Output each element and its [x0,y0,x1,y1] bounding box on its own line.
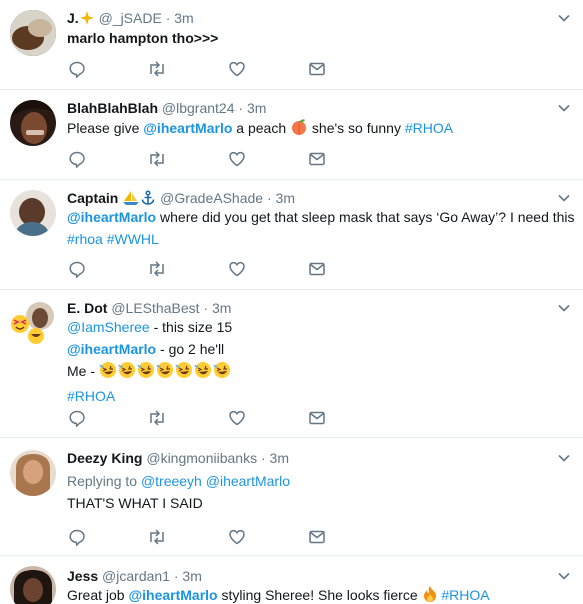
like-icon[interactable] [227,259,247,279]
tweet-feed: J. @_jSADE · 3m marlo hampton tho>>> Bla… [0,0,583,604]
like-icon[interactable] [227,527,247,547]
reply-icon[interactable] [67,59,87,79]
chevron-down-icon[interactable] [557,301,571,315]
tweet-text: @IamSheree - this size 15 @iheartMarlo -… [67,316,575,407]
chevron-down-icon[interactable] [557,451,571,465]
tweet[interactable]: Jess @jcardan1 · 3m Great job @iheartMar… [0,556,583,604]
reply-icon[interactable] [67,408,87,428]
mention-link[interactable]: @iheartMarlo [67,341,156,357]
rofl-emoji-icons [99,361,235,385]
tweet-actions [67,59,367,79]
direct-message-icon[interactable] [307,527,327,547]
separator-dot: · [260,450,266,466]
hashtag-link[interactable]: #RHOA [405,120,453,136]
tweet-actions [67,149,367,169]
tweet-text: Replying to @treeeyh @iheartMarlo THAT'S… [67,473,290,511]
avatar[interactable] [10,190,56,236]
reply-icon[interactable] [67,259,87,279]
hashtag-link[interactable]: #rhoa #WWHL [67,231,159,247]
direct-message-icon[interactable] [307,408,327,428]
tweet-text: @iheartMarlo where did you get that slee… [67,209,575,247]
timestamp[interactable]: 3m [247,100,266,116]
handle[interactable]: @lbgrant24 [162,100,235,116]
tweet-header: E. Dot @LESthaBest · 3m [67,299,553,317]
display-name[interactable]: BlahBlahBlah [67,100,158,116]
chevron-down-icon[interactable] [557,101,571,115]
direct-message-icon[interactable] [307,59,327,79]
display-name[interactable]: Deezy [67,450,107,466]
display-name[interactable]: Captain [67,190,118,206]
separator-dot: · [238,100,244,116]
handle[interactable]: @jcardan1 [102,568,170,584]
tweet-text: marlo hampton tho>>> [67,30,219,46]
tweet[interactable]: J. @_jSADE · 3m marlo hampton tho>>> [0,0,583,90]
mention-link[interactable]: @treeeyh [141,473,202,489]
tweet[interactable]: Deezy King @kingmoniibanks · 3m Replying… [0,438,583,556]
direct-message-icon[interactable] [307,259,327,279]
tweet[interactable]: E. Dot @LESthaBest · 3m @IamSheree - thi… [0,290,583,438]
fire-emoji-icon [422,585,438,604]
reply-icon[interactable] [67,527,87,547]
display-name[interactable]: E. Dot [67,300,107,316]
avatar[interactable] [10,100,56,146]
mention-link[interactable]: @IamSheree [67,319,150,335]
mention-link[interactable]: @iheartMarlo [67,209,156,225]
reply-icon[interactable] [67,149,87,169]
tweet-header: Jess @jcardan1 · 3m [67,567,553,585]
direct-message-icon[interactable] [307,149,327,169]
timestamp[interactable]: 3m [182,568,201,584]
display-name[interactable]: Jess [67,568,98,584]
retweet-icon[interactable] [147,527,167,547]
tweet-header: Deezy King @kingmoniibanks · 3m [67,450,289,466]
avatar[interactable] [10,300,56,346]
separator-dot: · [165,10,171,26]
tweet-text: Please give @iheartMarlo a peach she's s… [67,117,575,142]
mention-link[interactable]: @iheartMarlo [206,473,290,489]
like-icon[interactable] [227,59,247,79]
separator-dot: · [266,190,272,206]
handle[interactable]: @LESthaBest [111,300,199,316]
tweet[interactable]: BlahBlahBlah @lbgrant24 · 3m Please give… [0,90,583,180]
tweet-text: Great job @iheartMarlo styling Sheree! S… [67,584,575,604]
tweet-header: BlahBlahBlah @lbgrant24 · 3m [67,99,553,117]
avatar[interactable] [10,566,56,604]
handle[interactable]: @GradeAShade [160,190,263,206]
peach-emoji-icon [290,118,308,142]
avatar[interactable] [10,450,56,496]
handle[interactable]: @kingmoniibanks [146,450,257,466]
mention-link[interactable]: @iheartMarlo [128,587,217,603]
replying-to-label: Replying to [67,473,141,489]
retweet-icon[interactable] [147,408,167,428]
mention-link[interactable]: @iheartMarlo [143,120,232,136]
retweet-icon[interactable] [147,59,167,79]
timestamp[interactable]: 3m [212,300,231,316]
avatar[interactable] [10,10,56,56]
like-icon[interactable] [227,408,247,428]
tweet-actions [67,408,367,428]
like-icon[interactable] [227,149,247,169]
chevron-down-icon[interactable] [557,11,571,25]
tweet-actions [67,259,367,279]
timestamp[interactable]: 3m [270,450,289,466]
handle[interactable]: @_jSADE [99,10,162,26]
tweet-actions [67,527,367,547]
timestamp[interactable]: 3m [174,10,193,26]
hashtag-link[interactable]: #RHOA [67,388,115,404]
chevron-down-icon[interactable] [557,191,571,205]
hashtag-link[interactable]: #RHOA [441,587,489,603]
timestamp[interactable]: 3m [276,190,295,206]
retweet-icon[interactable] [147,259,167,279]
tweet[interactable]: Captain @GradeAShade · 3m @iheartMarlo w… [0,180,583,290]
retweet-icon[interactable] [147,149,167,169]
separator-dot: · [203,300,209,316]
separator-dot: · [173,568,179,584]
chevron-down-icon[interactable] [557,569,571,583]
display-name[interactable]: J. [67,10,79,26]
